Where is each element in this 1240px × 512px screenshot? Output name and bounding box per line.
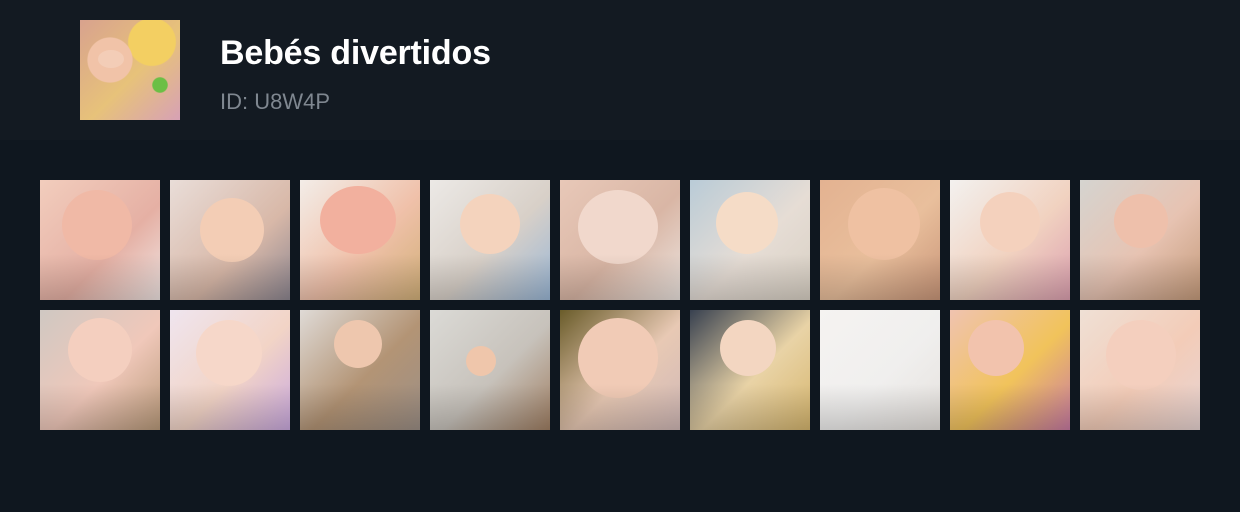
video-thumbnail[interactable] <box>1080 310 1200 430</box>
video-thumbnail[interactable] <box>300 180 420 300</box>
video-thumbnail[interactable] <box>560 180 680 300</box>
thumbnail-shade <box>820 384 940 430</box>
profile-header: Bebés divertidos ID: U8W4P <box>0 0 1240 140</box>
thumbnail-subject <box>460 194 520 254</box>
thumbnail-shade <box>690 254 810 300</box>
thumbnail-subject <box>968 320 1024 376</box>
thumbnail-shade <box>430 254 550 300</box>
video-thumbnail[interactable] <box>300 310 420 430</box>
thumbnail-shade <box>40 384 160 430</box>
video-thumbnail[interactable] <box>950 310 1070 430</box>
thumbnail-subject <box>200 198 264 262</box>
thumbnail-subject <box>578 190 658 264</box>
video-thumbnail[interactable] <box>560 310 680 430</box>
video-thumbnail[interactable] <box>820 310 940 430</box>
thumbnail-shade <box>1080 384 1200 430</box>
video-thumbnail[interactable] <box>950 180 1070 300</box>
thumbnail-subject <box>980 192 1040 252</box>
thumbnail-subject <box>466 346 496 376</box>
thumbnail-subject <box>720 320 776 376</box>
thumbnail-shade <box>820 254 940 300</box>
thumbnail-shade <box>170 384 290 430</box>
thumbnail-subject <box>320 186 396 254</box>
video-thumbnail[interactable] <box>820 180 940 300</box>
thumbnail-shade <box>300 254 420 300</box>
thumbnail-shade <box>430 384 550 430</box>
thumbnail-subject <box>1114 194 1168 248</box>
profile-avatar[interactable] <box>80 20 180 120</box>
video-thumbnail[interactable] <box>430 310 550 430</box>
thumbnail-shade <box>950 384 1070 430</box>
video-thumbnail[interactable] <box>170 180 290 300</box>
video-thumbnail[interactable] <box>690 180 810 300</box>
thumbnail-shade <box>40 254 160 300</box>
profile-id: ID: U8W4P <box>220 89 331 114</box>
thumbnail-subject <box>848 188 920 260</box>
thumbnail-subject <box>716 192 778 254</box>
thumbnail-subject <box>196 320 262 386</box>
video-thumbnail[interactable] <box>690 310 810 430</box>
thumbnail-shade <box>170 254 290 300</box>
thumbnail-shade <box>560 254 680 300</box>
video-thumbnail[interactable] <box>170 310 290 430</box>
thumbnail-subject <box>62 190 132 260</box>
avatar-highlight <box>98 50 124 68</box>
thumbnail-shade <box>300 384 420 430</box>
thumbnail-subject <box>68 318 132 382</box>
thumbnail-shade <box>560 384 680 430</box>
thumbnail-subject <box>1106 320 1176 390</box>
thumbnail-shade <box>690 384 810 430</box>
thumbnail-shade <box>950 254 1070 300</box>
video-thumbnail[interactable] <box>40 310 160 430</box>
thumbnail-grid <box>40 180 1200 430</box>
thumbnail-subject <box>334 320 382 368</box>
video-thumbnail[interactable] <box>40 180 160 300</box>
page-title: Bebés divertidos <box>220 34 491 72</box>
video-thumbnail[interactable] <box>1080 180 1200 300</box>
video-thumbnail[interactable] <box>430 180 550 300</box>
thumbnail-shade <box>1080 254 1200 300</box>
